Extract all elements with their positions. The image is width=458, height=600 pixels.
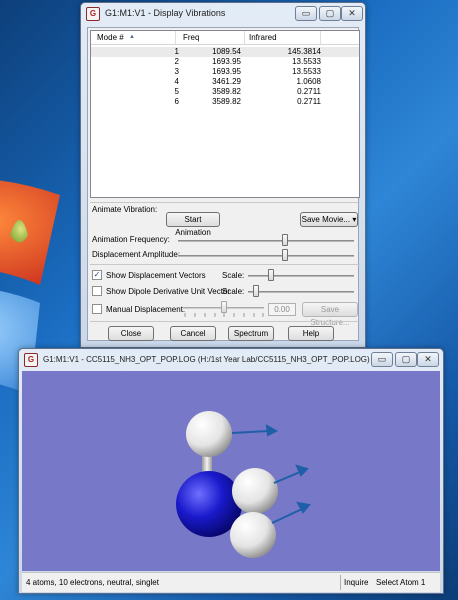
separator [90, 321, 360, 322]
cell-mode: 6 [174, 97, 179, 106]
save-movie-label: Save Movie... [301, 215, 351, 224]
animation-frequency-slider[interactable] [178, 240, 354, 242]
cell-mode: 5 [174, 87, 179, 96]
dipole-vector-scale-slider[interactable] [248, 291, 354, 293]
hydrogen-atom[interactable] [230, 512, 276, 558]
show-displacement-vectors-checkbox[interactable]: ✓ [92, 270, 102, 280]
displacement-scale-label: Scale: [222, 271, 245, 280]
cell-infrared: 145.3814 [287, 47, 321, 56]
animation-frequency-slider-thumb[interactable] [281, 234, 288, 246]
maximize-button[interactable]: ▢ [319, 6, 341, 21]
vibrations-body: Mode # ▲ Freq Infrared 1 1089.54 145.3814 2… [87, 27, 360, 341]
show-displacement-vectors-label: Show Displacement Vectors [106, 271, 206, 280]
manual-displacement-label: Manual Displacement: [106, 305, 186, 314]
column-separator [320, 31, 321, 44]
cell-mode: 2 [174, 57, 179, 66]
cell-infrared: 13.5533 [292, 57, 321, 66]
cell-infrared: 13.5533 [292, 67, 321, 76]
status-action: Select Atom 1 [376, 578, 426, 587]
close-window-button[interactable]: ✕ [417, 352, 439, 367]
maximize-button[interactable]: ▢ [395, 352, 417, 367]
displacement-vector [231, 430, 270, 434]
molecule-render [176, 411, 311, 558]
cell-mode: 1 [174, 47, 179, 56]
spectrum-button[interactable]: Spectrum [228, 326, 274, 341]
modes-table[interactable]: Mode # ▲ Freq Infrared 1 1089.54 145.3814 2… [90, 30, 360, 198]
displacement-amplitude-slider[interactable] [178, 255, 354, 257]
cancel-button[interactable]: Cancel [170, 326, 216, 341]
vibrations-window: G G1:M1:V1 - Display Vibrations ▭ ▢ ✕ Mo… [80, 2, 366, 348]
cell-freq: 3461.29 [212, 77, 241, 86]
manual-displacement-checkbox[interactable] [92, 304, 102, 314]
minimize-button[interactable]: ▭ [371, 352, 393, 367]
gaussview-app-icon: G [24, 353, 38, 367]
cell-infrared: 1.0608 [296, 77, 321, 86]
cell-infrared: 0.2711 [297, 97, 321, 106]
status-separator [340, 575, 341, 590]
vibrations-window-title: G1:M1:V1 - Display Vibrations [105, 8, 226, 18]
cell-freq: 1089.54 [212, 47, 241, 56]
status-mode: Inquire [344, 578, 369, 587]
show-dipole-vector-label: Show Dipole Derivative Unit Vector [106, 287, 231, 296]
table-row[interactable]: 4 3461.29 1.0608 [91, 77, 359, 87]
table-row[interactable]: 5 3589.82 0.2711 [91, 87, 359, 97]
manual-displacement-thumb[interactable] [221, 301, 227, 313]
manual-displacement-value[interactable]: 0.00 [268, 303, 296, 316]
dropdown-arrow-icon: ▾ [352, 215, 357, 224]
minimize-button[interactable]: ▭ [295, 6, 317, 21]
cell-mode: 4 [174, 77, 179, 86]
displacement-vectors-scale-slider[interactable] [248, 275, 354, 277]
dipole-scale-label: Scale: [222, 287, 245, 296]
hydrogen-atom[interactable] [232, 468, 278, 514]
molecule-viewport[interactable] [22, 371, 440, 571]
column-header-infrared[interactable]: Infrared [249, 33, 277, 42]
cell-freq: 1693.95 [212, 57, 241, 66]
molecule-window: G G1:M1:V1 - CC5115_NH3_OPT_POP.LOG (H:/… [18, 348, 444, 594]
column-header-mode[interactable]: Mode # [97, 33, 124, 42]
displacement-amplitude-slider-thumb[interactable] [281, 249, 288, 261]
save-structure-button[interactable]: Save Structure... [302, 302, 358, 327]
dipole-vector-scale-thumb[interactable] [253, 285, 259, 297]
table-row[interactable]: 2 1693.95 13.5533 [91, 57, 359, 67]
cell-freq: 1693.95 [212, 67, 241, 76]
cell-freq: 3589.82 [212, 97, 241, 106]
molecule-window-title: G1:M1:V1 - CC5115_NH3_OPT_POP.LOG (H:/1s… [43, 355, 370, 364]
arrowhead-icon [265, 424, 279, 437]
displacement-amplitude-label: Displacement Amplitude: [92, 250, 181, 259]
animation-frequency-label: Animation Frequency: [92, 235, 170, 244]
column-separator [175, 31, 176, 44]
close-button[interactable]: Close [108, 326, 154, 341]
displacement-vector [271, 508, 303, 524]
displacement-vectors-scale-thumb[interactable] [268, 269, 274, 281]
column-separator [244, 31, 245, 44]
hydrogen-atom[interactable] [186, 411, 232, 457]
vibrations-titlebar[interactable]: G G1:M1:V1 - Display Vibrations ▭ ▢ ✕ [81, 3, 365, 25]
sort-ascending-icon: ▲ [129, 34, 135, 40]
close-window-button[interactable]: ✕ [341, 6, 363, 21]
cell-freq: 3589.82 [212, 87, 241, 96]
show-dipole-vector-checkbox[interactable] [92, 286, 102, 296]
table-row[interactable]: 3 1693.95 13.5533 [91, 67, 359, 77]
separator [90, 264, 360, 265]
animate-vibration-label: Animate Vibration: [92, 205, 158, 214]
slider-ticks [184, 313, 264, 317]
gaussview-app-icon: G [86, 7, 100, 21]
table-row[interactable]: 6 3589.82 0.2711 [91, 97, 359, 107]
save-movie-button[interactable]: Save Movie... ▾ [300, 212, 358, 227]
table-header: Mode # ▲ Freq Infrared [91, 31, 359, 45]
table-row[interactable]: 1 1089.54 145.3814 [91, 47, 359, 57]
status-molecule-info: 4 atoms, 10 electrons, neutral, singlet [26, 578, 159, 587]
status-bar: 4 atoms, 10 electrons, neutral, singlet … [22, 572, 440, 592]
checkmark-icon: ✓ [93, 270, 101, 279]
help-button[interactable]: Help [288, 326, 334, 341]
separator [90, 202, 360, 203]
cell-infrared: 0.2711 [297, 87, 321, 96]
cell-mode: 3 [174, 67, 179, 76]
displacement-vector [273, 471, 301, 484]
molecule-titlebar[interactable]: G G1:M1:V1 - CC5115_NH3_OPT_POP.LOG (H:/… [19, 349, 443, 371]
column-header-freq[interactable]: Freq [183, 33, 199, 42]
start-animation-button[interactable]: Start Animation [166, 212, 220, 237]
